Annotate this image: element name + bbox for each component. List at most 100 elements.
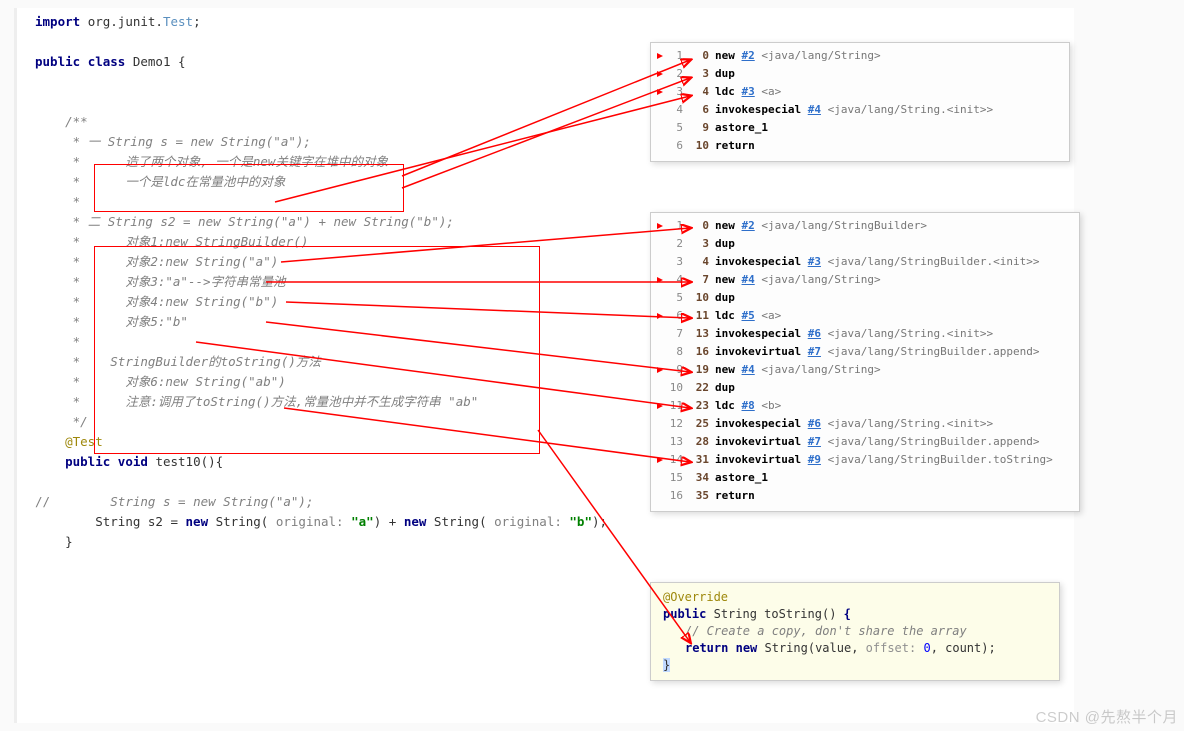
bytecode-offset: 3 <box>687 65 709 83</box>
javadoc-star: * <box>73 354 81 369</box>
line-number: 2 <box>665 65 683 83</box>
kw-public3: public <box>663 607 706 621</box>
bytecode-offset: 25 <box>687 415 709 433</box>
bytecode-row: 816invokevirtual #7 <java/lang/StringBui… <box>657 343 1067 361</box>
bytecode-offset: 4 <box>687 253 709 271</box>
bytecode-row: 1022dup <box>657 379 1067 397</box>
bytecode-offset: 16 <box>687 343 709 361</box>
method-close: } <box>65 534 73 549</box>
bytecode-panel-2: 10new #2 <java/lang/StringBuilder>23dup3… <box>650 212 1080 512</box>
kw-return: return <box>685 641 728 655</box>
opcode: invokevirtual <box>715 345 801 358</box>
bytecode-row: 1635return <box>657 487 1067 505</box>
arrow-head-icon <box>657 71 663 77</box>
method-sig: String toString() <box>714 607 844 621</box>
line-number: 1 <box>665 217 683 235</box>
opcode: new <box>715 219 735 232</box>
bytecode-offset: 35 <box>687 487 709 505</box>
line-number: 16 <box>665 487 683 505</box>
opcode: new <box>715 49 735 62</box>
javadoc-star: * <box>73 294 81 309</box>
javadoc-one-line: * 一 String s = new String("a"); <box>65 134 311 149</box>
line-number: 4 <box>665 101 683 119</box>
constant-comment: <java/lang/String> <box>761 363 880 376</box>
bytecode-row: 23dup <box>657 235 1067 253</box>
string-literal-b: "b" <box>569 514 592 529</box>
arrow-head-icon <box>657 457 663 463</box>
line-number: 14 <box>665 451 683 469</box>
opcode: ldc <box>715 309 735 322</box>
line-number: 6 <box>665 137 683 155</box>
plus-op: + <box>381 514 404 529</box>
bytecode-row: 610 return <box>657 137 1057 155</box>
bytecode-row: 23 dup <box>657 65 1057 83</box>
constant-ref: #4 <box>808 103 821 116</box>
bytecode-offset: 0 <box>687 47 709 65</box>
highlight-box-1 <box>94 164 404 212</box>
kw-new2: new <box>404 514 427 529</box>
stmt-s2-prefix: String s2 = <box>95 514 185 529</box>
line-comment-slash: // <box>35 494 50 509</box>
constant-ref: #7 <box>808 435 821 448</box>
constant-comment: <java/lang/String> <box>761 273 880 286</box>
javadoc-two-line: * 二 String s2 = new String("a") + new St… <box>65 214 454 229</box>
bytecode-row: 47new #4 <java/lang/String> <box>657 271 1067 289</box>
line-number: 12 <box>665 415 683 433</box>
constant-comment: <java/lang/StringBuilder.<init>> <box>828 255 1040 268</box>
constant-comment: <java/lang/StringBuilder.append> <box>828 435 1040 448</box>
bytecode-offset: 11 <box>687 307 709 325</box>
kw-public2: public <box>65 454 110 469</box>
bytecode-offset: 19 <box>687 361 709 379</box>
bytecode-offset: 13 <box>687 325 709 343</box>
line-number: 7 <box>665 325 683 343</box>
bytecode-offset: 10 <box>687 137 709 155</box>
arrow-head-icon <box>657 223 663 229</box>
bytecode-row: 34ldc #3 <a> <box>657 83 1057 101</box>
constant-ref: #9 <box>808 453 821 466</box>
opcode: ldc <box>715 85 735 98</box>
javadoc-star: * <box>73 374 81 389</box>
constant-comment: <b> <box>761 399 781 412</box>
kw-new1: new <box>186 514 209 529</box>
line-number: 11 <box>665 397 683 415</box>
page-root: import org.junit.Test; public class Demo… <box>0 0 1184 731</box>
constant-comment: <java/lang/String> <box>761 49 880 62</box>
bytecode-offset: 23 <box>687 397 709 415</box>
bytecode-offset: 34 <box>687 469 709 487</box>
bytecode-offset: 9 <box>687 119 709 137</box>
opcode: invokespecial <box>715 103 801 116</box>
literal-zero: 0 <box>923 641 930 655</box>
arrow-head-icon <box>657 53 663 59</box>
line-number: 9 <box>665 361 683 379</box>
param-hint1: original: <box>268 514 351 529</box>
constant-ref: #8 <box>742 399 755 412</box>
line-comment-text: String s = new String("a"); <box>110 494 313 509</box>
constant-ref: #2 <box>742 49 755 62</box>
method-name: test10(){ <box>155 454 223 469</box>
tostring-snippet-panel: @Override public String toString() { // … <box>650 582 1060 681</box>
bytecode-row: 1431invokevirtual #9 <java/lang/StringBu… <box>657 451 1067 469</box>
bytecode-offset: 4 <box>687 83 709 101</box>
snippet-body: String(value, <box>757 641 865 655</box>
opcode: invokespecial <box>715 327 801 340</box>
opcode: dup <box>715 67 735 80</box>
bytecode-offset: 0 <box>687 217 709 235</box>
highlight-box-2 <box>94 246 540 454</box>
javadoc-star: * <box>73 314 81 329</box>
line-number: 5 <box>665 289 683 307</box>
line-number: 4 <box>665 271 683 289</box>
opcode: dup <box>715 381 735 394</box>
javadoc-close: */ <box>73 414 88 429</box>
bytecode-offset: 3 <box>687 235 709 253</box>
line-number: 8 <box>665 343 683 361</box>
opcode: return <box>715 139 755 152</box>
constant-ref: #3 <box>742 85 755 98</box>
constant-comment: <java/lang/String.<init>> <box>828 103 994 116</box>
kw-void: void <box>118 454 148 469</box>
line-number: 3 <box>665 83 683 101</box>
bytecode-row: 919new #4 <java/lang/String> <box>657 361 1067 379</box>
constant-ref: #5 <box>742 309 755 322</box>
open-brace: { <box>844 607 851 621</box>
javadoc-open: /** <box>65 114 88 129</box>
bytecode-row: 1123ldc #8 <b> <box>657 397 1067 415</box>
